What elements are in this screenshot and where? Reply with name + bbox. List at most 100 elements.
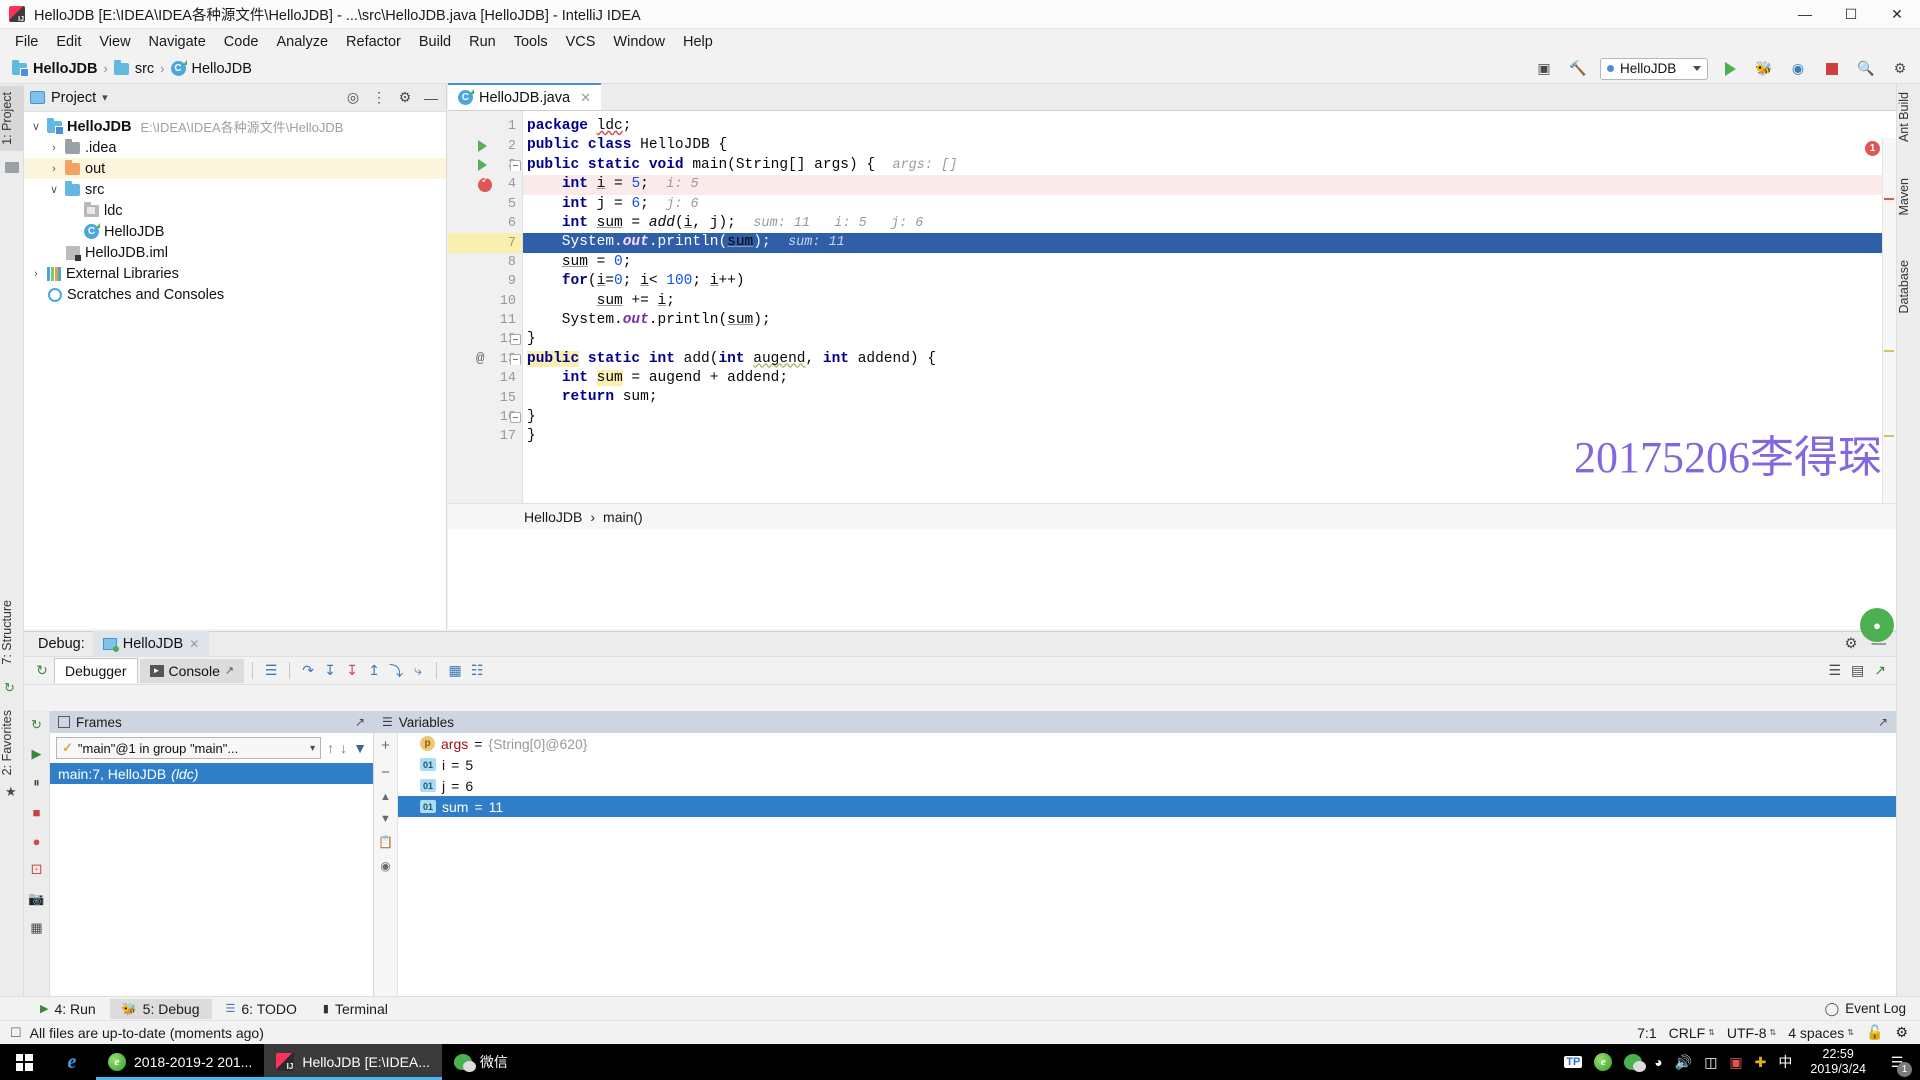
collapse-all-icon[interactable]: ⋮	[370, 89, 388, 107]
sidebar-item-maven[interactable]: Maven	[1897, 172, 1920, 222]
windows-start-icon[interactable]	[0, 1044, 48, 1080]
restore-layout-icon[interactable]: ▣	[1532, 58, 1556, 80]
fold-marker-icon[interactable]	[510, 159, 521, 171]
filter-icon[interactable]: ▼	[353, 740, 367, 756]
warning-marker[interactable]	[1884, 435, 1894, 437]
menu-edit[interactable]: Edit	[47, 31, 90, 53]
drop-frame-icon[interactable]: ⤵	[386, 661, 406, 681]
minimize-button[interactable]: —	[1782, 0, 1828, 29]
run-with-coverage-icon[interactable]: ◉	[1786, 58, 1810, 80]
step-out-icon[interactable]: ↥	[364, 661, 384, 681]
thread-selector[interactable]: ✓ "main"@1 in group "main"... ▾	[56, 737, 322, 759]
pause-icon[interactable]: ⏸	[27, 773, 47, 793]
menu-navigate[interactable]: Navigate	[140, 31, 215, 53]
chevron-down-icon[interactable]: ∨	[30, 120, 42, 133]
mute-breakpoints-icon[interactable]: ☰	[261, 661, 281, 681]
menu-view[interactable]: View	[90, 31, 139, 53]
error-marker[interactable]	[1884, 198, 1894, 200]
override-marker-icon[interactable]: @	[476, 351, 484, 367]
fold-marker-icon[interactable]	[510, 411, 521, 423]
run-to-cursor-icon[interactable]: ⤷	[408, 661, 428, 681]
variable-row-args[interactable]: p args = {String[0]@620}	[398, 733, 1896, 754]
chevron-right-icon[interactable]: ›	[48, 142, 60, 154]
volume-icon[interactable]: 🔊	[1675, 1054, 1692, 1071]
source-code[interactable]: package ldc; public class HelloJDB { pub…	[523, 111, 1896, 503]
display-icon[interactable]: ▣	[1729, 1054, 1742, 1071]
stop-icon[interactable]	[1820, 58, 1844, 80]
mute-breakpoints-icon[interactable]: ⚀	[27, 860, 47, 880]
breadcrumb-method-name[interactable]: main()	[603, 509, 643, 525]
menu-refactor[interactable]: Refactor	[337, 31, 410, 53]
menu-code[interactable]: Code	[215, 31, 268, 53]
search-everywhere-icon[interactable]: 🔍	[1854, 58, 1878, 80]
tree-item-out[interactable]: › out	[24, 158, 446, 179]
tree-item-hellojdb-class[interactable]: C HelloJDB	[24, 221, 446, 242]
tab-debugger[interactable]: Debugger	[54, 658, 138, 683]
inspector-icon[interactable]: ⚙	[1895, 1024, 1908, 1041]
editor-gutter[interactable]: 1 2 3 4 5 6 7 8 9 10 11 12	[448, 111, 523, 503]
unlocked-icon[interactable]: 🔓	[1866, 1024, 1883, 1041]
pin-icon[interactable]: ↗	[225, 664, 234, 677]
editor-marker-bar[interactable]	[1882, 138, 1896, 503]
layout-icon[interactable]: ☷	[467, 661, 487, 681]
taskbar-item-intellij[interactable]: HelloJDB [E:\IDEA...	[264, 1044, 442, 1080]
hammer-icon[interactable]: 🔨	[1566, 58, 1590, 80]
hide-icon[interactable]: —	[422, 89, 440, 107]
chevron-right-icon[interactable]: ›	[30, 268, 42, 280]
close-button[interactable]: ✕	[1874, 0, 1920, 29]
fold-marker-icon[interactable]	[510, 353, 521, 365]
menu-analyze[interactable]: Analyze	[267, 31, 337, 53]
breadcrumb-class-name[interactable]: HelloJDB	[524, 509, 582, 525]
step-into-icon[interactable]: ↧	[320, 661, 340, 681]
sidebar-item-favorites[interactable]: 2: Favorites	[0, 704, 24, 781]
update-icon[interactable]: ✚	[1755, 1054, 1767, 1071]
minus-icon[interactable]: −	[381, 764, 390, 781]
view-breakpoints-icon[interactable]: ●	[27, 831, 47, 851]
run-icon[interactable]	[1718, 58, 1742, 80]
locate-icon[interactable]: ◎	[344, 89, 362, 107]
breadcrumb-project[interactable]: HelloJDB	[8, 59, 101, 79]
tree-item-iml[interactable]: HelloJDB.iml	[24, 242, 446, 263]
event-log-button[interactable]: ◯ Event Log	[1825, 1001, 1920, 1017]
arrow-down-icon[interactable]: ↓	[340, 740, 347, 756]
tree-item-hellojdb-root[interactable]: ∨ HelloJDB E:\IDEA\IDEA各种源文件\HelloJDB	[24, 116, 446, 137]
menu-vcs[interactable]: VCS	[557, 31, 605, 53]
menu-build[interactable]: Build	[410, 31, 460, 53]
menu-window[interactable]: Window	[604, 31, 674, 53]
error-count-badge[interactable]: 1	[1865, 141, 1880, 156]
caret-position[interactable]: 7:1	[1637, 1025, 1656, 1041]
list-view-icon[interactable]: ☰	[1828, 662, 1841, 679]
browser-icon[interactable]: e	[1594, 1053, 1613, 1071]
taskbar-clock[interactable]: 22:59 2019/3/24	[1804, 1047, 1872, 1077]
sidebar-item-structure[interactable]: 7: Structure	[0, 594, 24, 671]
variable-row-sum[interactable]: 01 sum = 11	[398, 796, 1896, 817]
run-gutter-icon[interactable]	[478, 159, 487, 172]
wechat-icon[interactable]	[1624, 1054, 1647, 1072]
chevron-down-icon[interactable]: ▾	[102, 91, 108, 104]
menu-file[interactable]: File	[6, 31, 47, 53]
breadcrumb-src[interactable]: src	[110, 59, 158, 79]
menu-help[interactable]: Help	[674, 31, 722, 53]
arrow-up-icon[interactable]: ▲	[380, 791, 391, 803]
tree-item-ldc[interactable]: ldc	[24, 200, 446, 221]
settings-icon[interactable]: ⚙	[1845, 636, 1858, 652]
editor-tab-hellojdb-java[interactable]: C HelloJDB.java ✕	[448, 83, 601, 110]
encoding-selector[interactable]: UTF-8 ⇅	[1727, 1025, 1776, 1041]
copy-icon[interactable]: 📋	[378, 835, 393, 849]
debug-icon[interactable]: 🐝	[1752, 58, 1776, 80]
battery-icon[interactable]: ◫	[1704, 1054, 1717, 1071]
taskbar-item-browser[interactable]: e 2018-2019-2 201...	[96, 1044, 265, 1080]
star-icon[interactable]: ★	[5, 784, 17, 800]
tp-link-icon[interactable]: TP	[1564, 1056, 1583, 1068]
breakpoint-verified-icon[interactable]	[478, 175, 492, 192]
taskbar-item-wechat[interactable]: 微信	[442, 1044, 520, 1080]
arrow-down-icon[interactable]: ▼	[380, 813, 391, 825]
ime-chinese-icon[interactable]: 中	[1778, 1052, 1792, 1072]
run-configuration-selector[interactable]: HelloJDB	[1600, 57, 1708, 80]
tree-item-src[interactable]: ∨ src	[24, 179, 446, 200]
tree-item-scratches[interactable]: Scratches and Consoles	[24, 284, 446, 305]
notification-icon[interactable]: ☰ 1	[1884, 1049, 1912, 1077]
tab-console[interactable]: ► Console ↗	[139, 658, 245, 683]
sidebar-item-project[interactable]: 1: Project	[0, 86, 24, 151]
variable-row-j[interactable]: 01 j = 6	[398, 775, 1896, 796]
